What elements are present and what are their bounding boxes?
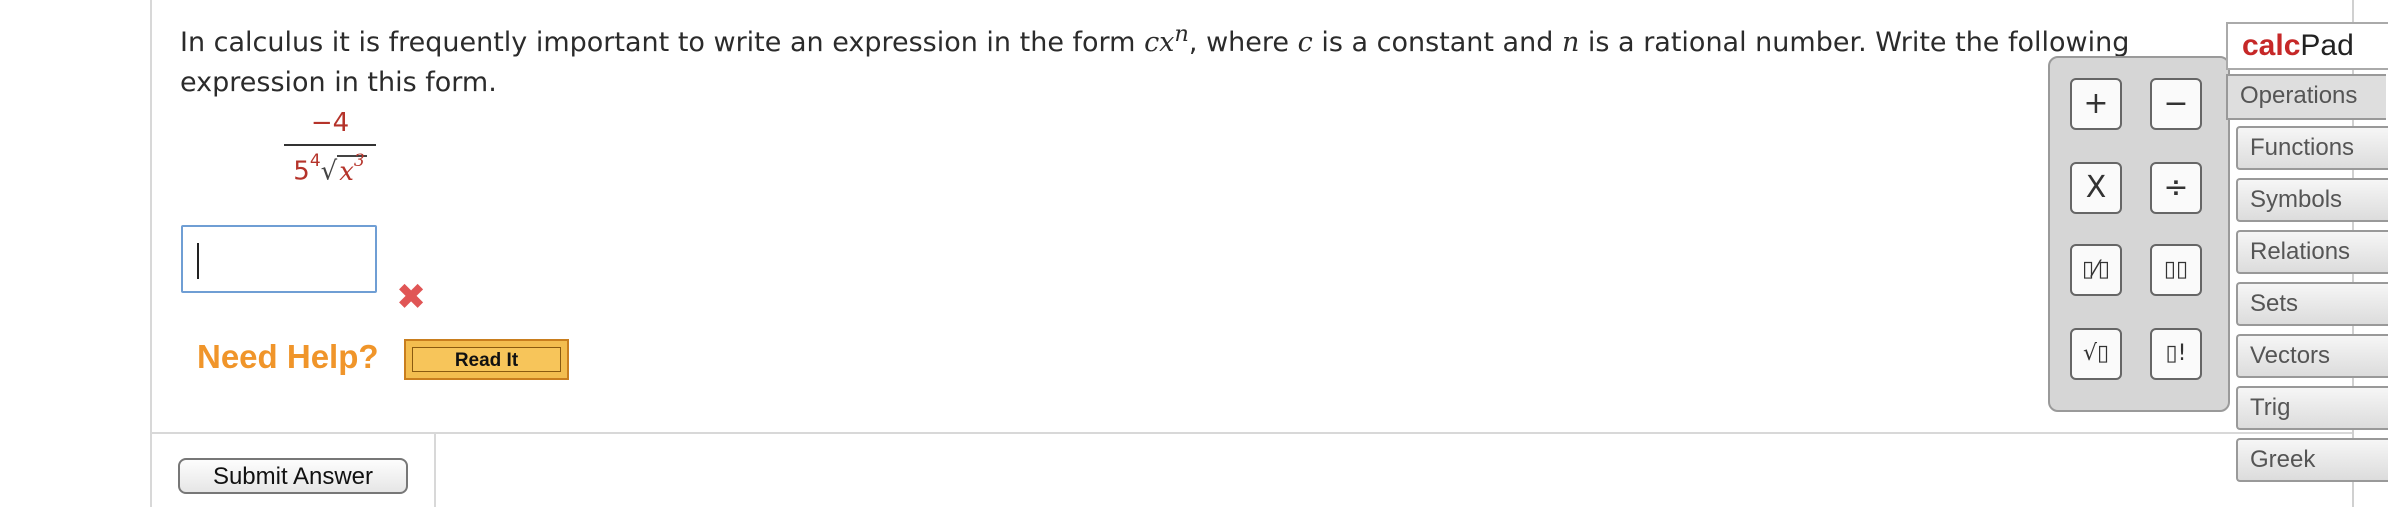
calcpad-title: calcPad [2226,22,2388,70]
fraction-bar [284,144,376,146]
math-n: n [1561,27,1580,58]
fraction-numerator: −4 [310,108,350,138]
calcpad-sqrt-button[interactable]: √▯ [2070,328,2122,380]
content-left-border [150,0,152,507]
radical-icon: √ [320,156,338,187]
calcpad-tab-trig[interactable]: Trig [2236,386,2388,430]
incorrect-icon: ✖ [396,277,427,318]
calcpad-tab-greek[interactable]: Greek [2236,438,2388,482]
calcpad-divide-button[interactable]: ÷ [2150,162,2202,214]
footer-divider [152,432,2352,434]
answer-input[interactable] [181,225,377,293]
submit-answer-button[interactable]: Submit Answer [178,458,408,494]
question-part: is a constant and [1312,27,1562,58]
calcpad-title-calc: calc [2242,29,2301,62]
calcpad-tab-operations[interactable]: Operations [2226,74,2386,120]
fraction-denominator: 54√x3 [284,148,376,189]
calcpad-title-pad: Pad [2300,29,2354,62]
calcpad-tab-relations[interactable]: Relations [2236,230,2388,274]
read-it-label: Read It [412,347,561,372]
calcpad-tab-symbols[interactable]: Symbols [2236,178,2388,222]
calcpad-tab-vectors[interactable]: Vectors [2236,334,2388,378]
read-it-button[interactable]: Read It [404,339,569,380]
question-text: In calculus it is frequently important t… [180,14,2230,103]
root-index: 4 [309,151,321,171]
footer-vertical-divider [434,432,436,507]
calcpad-operations-panel: + − X ÷ ▯⁄▯ ▯▯ √▯ ▯! [2048,56,2230,412]
text-caret [197,243,199,279]
radicand-exponent: 3 [353,151,365,171]
expression-fraction: −4 54√x3 [284,106,376,189]
calcpad-power-button[interactable]: ▯▯ [2150,244,2202,296]
radicand: x3 [337,151,367,187]
math-n-exponent: n [1174,21,1189,47]
calcpad-minus-button[interactable]: − [2150,78,2202,130]
math-cx: cx [1144,27,1175,58]
question-part: In calculus it is frequently important t… [180,27,1145,58]
calcpad-plus-button[interactable]: + [2070,78,2122,130]
calcpad-tab-sets[interactable]: Sets [2236,282,2388,326]
need-help-label: Need Help? [197,338,379,375]
calcpad-factorial-button[interactable]: ▯! [2150,328,2202,380]
question-part: , where [1188,27,1298,58]
radicand-variable: x [339,156,354,187]
calcpad-times-button[interactable]: X [2070,162,2122,214]
calcpad-fraction-button[interactable]: ▯⁄▯ [2070,244,2122,296]
calcpad-tab-functions[interactable]: Functions [2236,126,2388,170]
math-c: c [1297,27,1313,58]
denominator-coefficient: 5 [293,156,310,187]
